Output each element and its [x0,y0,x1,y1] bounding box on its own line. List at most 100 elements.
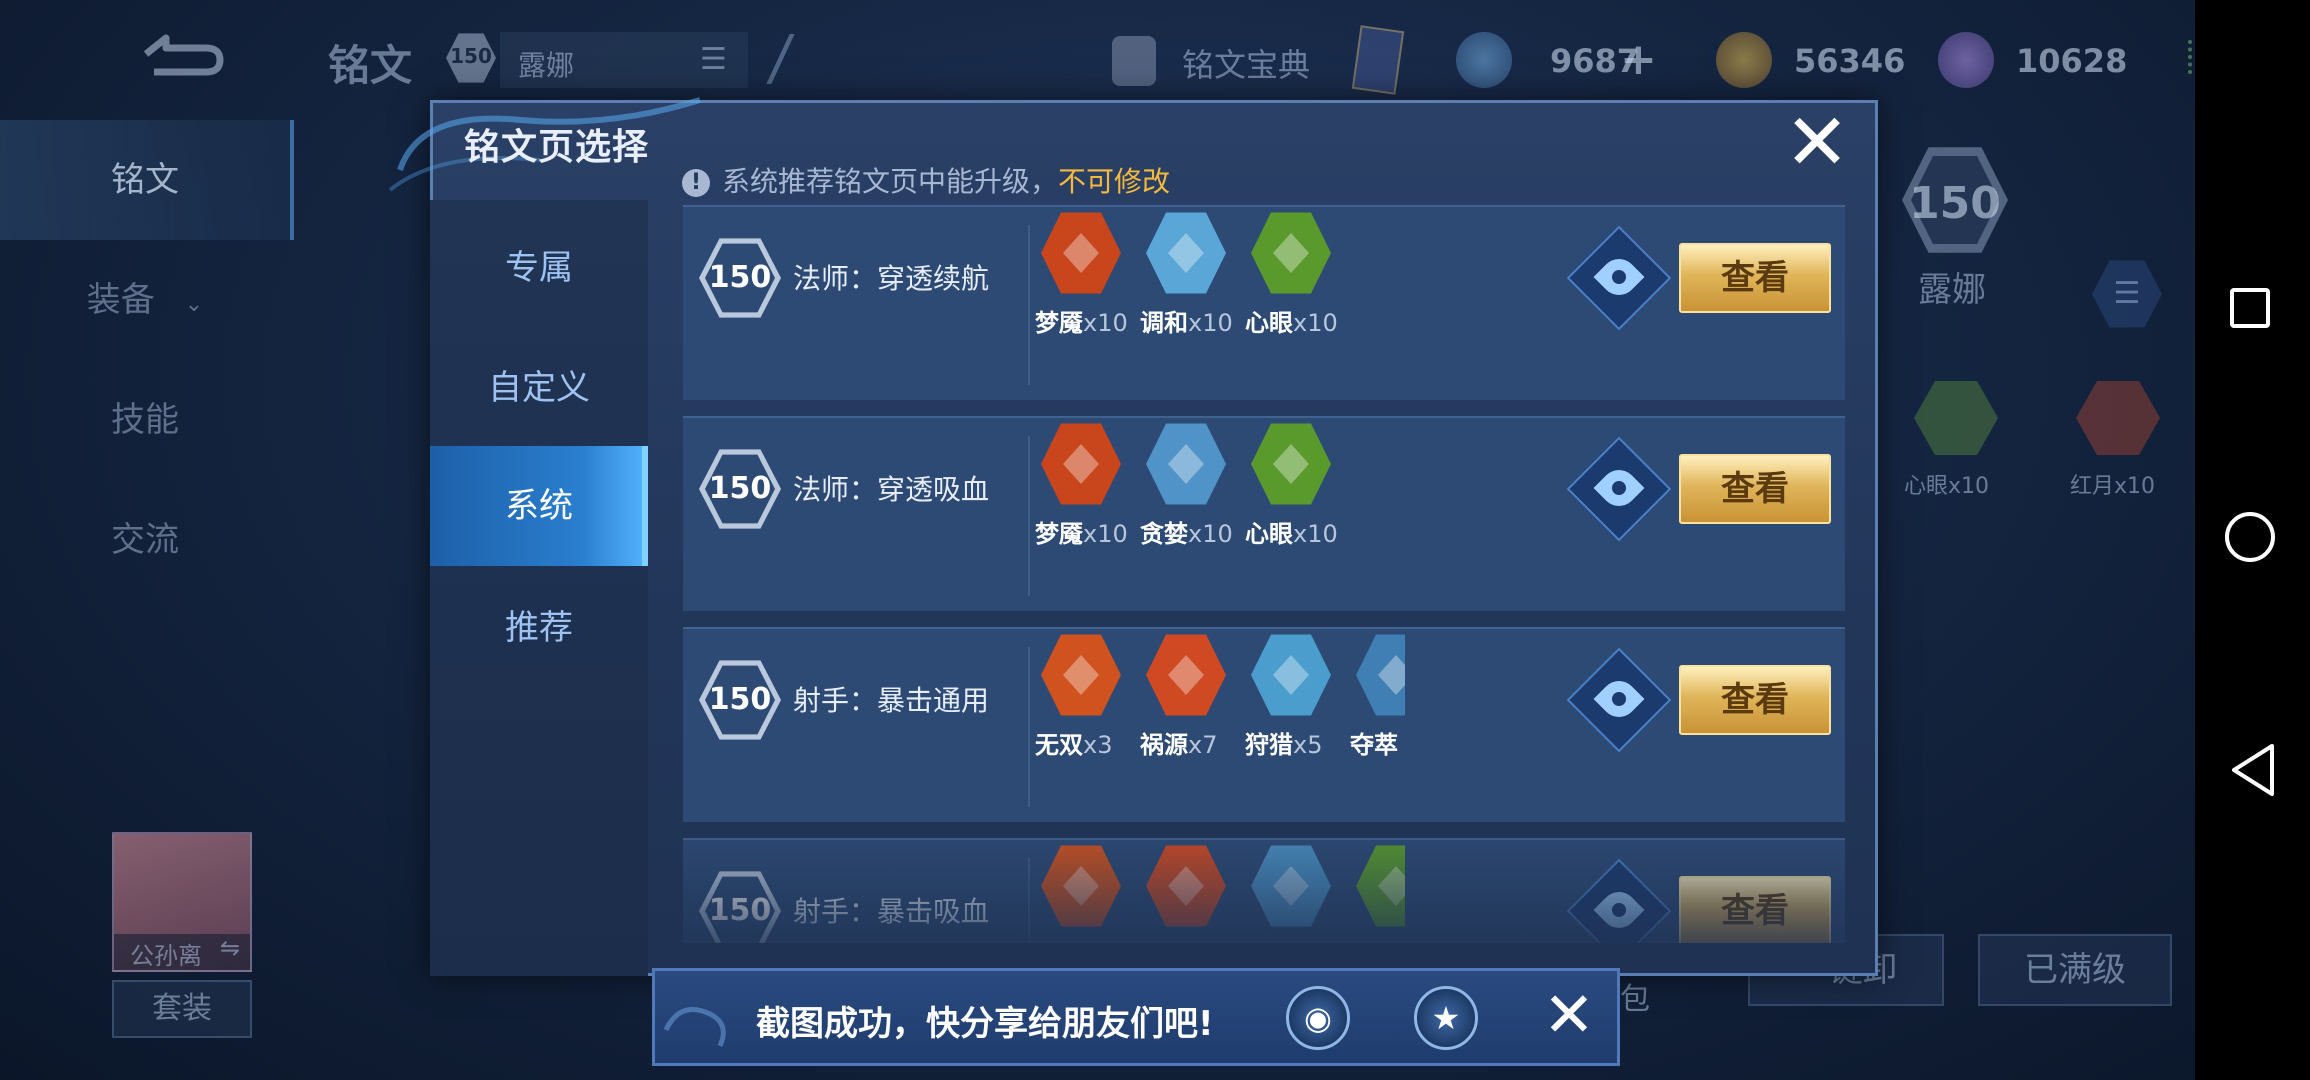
swap-icon[interactable]: ⇋ [220,934,240,962]
rune-label: 夺萃 [1350,725,1398,760]
divider [1028,436,1030,596]
list-item: 150 法师：穿透吸血 梦魇x10 贪婪x10 心眼x10 查看 [683,416,1845,611]
rune-count: x10 [1188,309,1233,337]
rune-page-name: 露娜 [1918,270,1986,310]
rune-label: 梦魇x10 [1035,303,1128,338]
level-value: 150 [705,454,775,524]
rune-count: x10 [1293,309,1338,337]
page-select[interactable]: 露娜 ☰ [500,32,748,88]
rune-count: x5 [1293,731,1323,759]
chevron-down-icon: ⌄ [184,292,204,317]
codex-label[interactable]: 铭文宝典 [1182,40,1310,86]
view-button[interactable]: 查看 [1679,665,1831,735]
sidebar-item-runes[interactable]: 铭文 [0,120,294,240]
rune-label: 无双x3 [1035,725,1112,760]
hero-avatar[interactable]: 公孙离 ⇋ [112,832,252,972]
rune-label: 心眼x10 [1245,303,1338,338]
brush-icon[interactable] [766,34,835,84]
list-icon: ☰ [700,42,727,77]
max-level-button: 已满级 [1978,934,2172,1006]
modal-title: 铭文页选择 [464,127,650,168]
rune-page-level-badge: 150 [1902,147,2008,253]
tab-recommended[interactable]: 推荐 [430,568,648,688]
notice-text: ! 系统推荐铭文页中能升级，不可修改 [682,160,1170,200]
toast-swirl-decoration [660,990,740,1060]
rune-name: 夺萃 [1350,731,1398,759]
hero-name-bar: 公孙离 ⇋ [114,934,250,970]
sidebar-item-label: 装备 [86,280,155,320]
rune-name: 祸源 [1140,731,1188,759]
rune-xinyan-icon [1251,212,1331,294]
sidebar-item-exchange[interactable]: 交流 [0,480,290,600]
page-level-badge: 150 [446,33,496,83]
rune-tiaohe-icon [1146,212,1226,294]
rune-name: 心眼 [1245,520,1293,548]
rune-label: 红月x10 [2070,468,2155,500]
view-button[interactable]: 查看 [1679,243,1831,313]
rune-count: x10 [1948,474,1990,499]
rune-name: 调和 [1140,309,1188,337]
divider [1028,647,1030,807]
rune-count: x10 [1293,520,1338,548]
qzone-star-icon[interactable]: ★ [1414,986,1478,1050]
rune-count: x10 [1188,520,1233,548]
rune-name: 夺萃 [1245,942,1293,943]
close-icon[interactable]: ✕ [1782,104,1852,182]
resource-gold: 56346 [1794,42,1906,80]
notice-message: 系统推荐铭文页中能升级， [722,165,1059,198]
rune-count: x10 [1083,520,1128,548]
rune-name: 贪婪 [1140,520,1188,548]
rune-name: 无双 [1035,731,1083,759]
rune-name: 红月 [2070,474,2115,499]
wifi-icon [2168,40,2192,74]
sidebar-item-skills[interactable]: 技能 [0,360,290,480]
rune-name: 狩猎 [1245,731,1293,759]
rune-mengyan-icon [1041,423,1121,505]
rune-count: x7 [1188,731,1218,759]
rune-count: x10 [1083,309,1128,337]
rune-page-name: 射手：暴击吸血 [793,895,990,928]
rune-page-list[interactable]: 150 法师：穿透续航 梦魇x10 调和x10 心眼x10 查看 150 法师：… [683,205,1845,943]
back-arrow-icon[interactable] [136,30,226,78]
rune-tanlan-icon [1146,423,1226,505]
sidebar-item-equipment[interactable]: 装备 ⌄ [0,240,290,360]
tab-exclusive[interactable]: 专属 [430,208,648,328]
rune-label: 祸源x7 [1140,725,1217,760]
list-item: 150 射手：暴击通用 无双x3 祸源x7 狩猎x5 夺萃 查看 [683,627,1845,822]
tab-custom[interactable]: 自定义 [430,328,648,448]
add-crystal-button[interactable]: + [1620,34,1657,85]
rune-huoyuan-icon [1146,845,1226,927]
rune-icon-xinyan [1914,381,1998,455]
view-button[interactable]: 查看 [1679,876,1831,943]
view-button[interactable]: 查看 [1679,454,1831,524]
rune-label: 梦魇x10 [1035,514,1128,549]
rune-xinyan-icon [1251,423,1331,505]
rune-page-name: 法师：穿透吸血 [793,473,990,506]
rune-name: 心眼 [1245,309,1293,337]
qq-penguin-icon[interactable]: ◉ [1286,986,1350,1050]
suit-button[interactable]: 套装 [112,980,252,1038]
rune-name: 祸源 [1140,942,1188,943]
rune-wushuang-icon [1041,634,1121,716]
home-icon[interactable] [2225,512,2275,562]
toast-close-icon[interactable]: ✕ [1537,980,1601,1050]
card-icon [1351,25,1405,95]
hero-name: 公孙离 [130,942,202,970]
divider [1028,225,1030,385]
page-title: 铭文 [328,41,413,90]
rune-label: 调和x10 [1140,303,1233,338]
page-level: 150 [450,44,492,68]
level-badge: 150 [699,871,781,943]
rune-count: x10 [2114,474,2156,499]
rune-wushuang-icon [1041,845,1121,927]
rune-page-name: 法师：穿透续航 [793,262,990,295]
menu-icon[interactable]: ☰ [2092,260,2162,328]
gold-coin-icon [1716,32,1772,88]
back-icon[interactable] [2228,742,2278,798]
recent-apps-icon[interactable] [2230,288,2270,328]
tab-system[interactable]: 系统 [430,446,648,566]
rune-label: 夺萃 [1245,936,1293,943]
rune-list: 梦魇x10 调和x10 心眼x10 [1035,207,1405,402]
rune-label: 心眼x10 [1245,514,1338,549]
list-item: 150 射手：暴击吸血 无双 祸源 夺萃 查看 [683,838,1845,943]
